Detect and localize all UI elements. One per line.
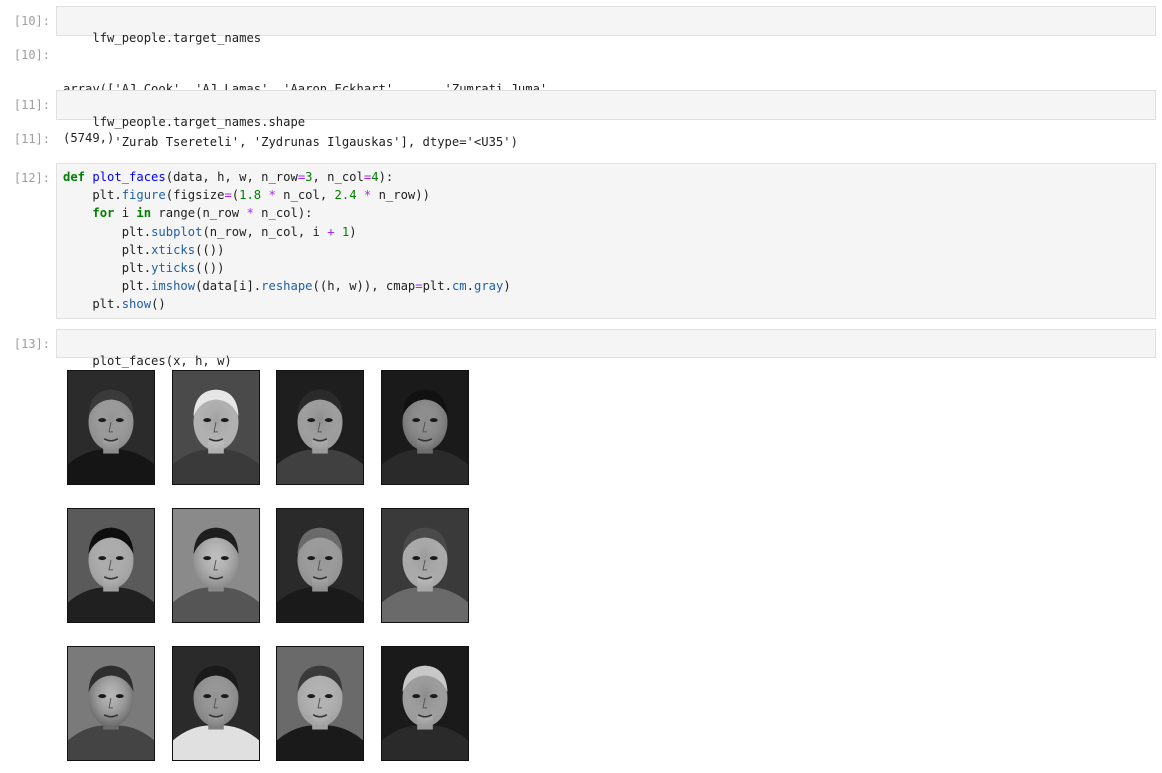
face-image xyxy=(67,646,155,761)
output-prompt: [10]: xyxy=(13,48,50,62)
code-input[interactable]: lfw_people.target_names xyxy=(56,6,1156,45)
face-image xyxy=(381,370,469,485)
code-line: plt.show() xyxy=(63,297,166,312)
code-text: lfw_people.target_names xyxy=(92,31,262,46)
face-image xyxy=(276,646,364,761)
face-image xyxy=(67,370,155,485)
code-cell-13[interactable]: [13]: plot_faces(x, h, w) xyxy=(0,329,1162,368)
face-image xyxy=(67,508,155,623)
input-prompt: [12]: xyxy=(13,171,50,185)
output-text: (5749,) xyxy=(63,131,115,145)
code-input[interactable]: lfw_people.target_names.shape xyxy=(56,90,1156,129)
input-prompt: [10]: xyxy=(13,14,50,28)
code-line: for i in range(n_row * n_col): xyxy=(92,206,313,221)
output-prompt: [11]: xyxy=(13,132,50,146)
face-image xyxy=(381,508,469,623)
code-input[interactable]: plot_faces(x, h, w) xyxy=(56,329,1156,368)
input-prompt: [13]: xyxy=(13,337,50,351)
code-input[interactable]: def plot_faces(data, h, w, n_row=3, n_co… xyxy=(56,163,1156,319)
code-text: lfw_people.target_names.shape xyxy=(92,115,306,130)
code-cell-12[interactable]: [12]: def plot_faces(data, h, w, n_row=3… xyxy=(0,163,1162,319)
code-line: plt.xticks(()) xyxy=(63,242,225,257)
code-cell-10[interactable]: [10]: lfw_people.target_names xyxy=(0,6,1162,45)
face-image xyxy=(276,370,364,485)
code-line: plt.subplot(n_row, n_col, i + 1) xyxy=(63,224,357,239)
face-image xyxy=(172,508,260,623)
face-image xyxy=(172,370,260,485)
code-line: plt.yticks(()) xyxy=(63,260,225,275)
code-line: plt.imshow(data[i].reshape((h, w)), cmap… xyxy=(63,279,511,294)
input-prompt: [11]: xyxy=(13,98,50,112)
code-text: plot_faces(x, h, w) xyxy=(92,354,232,369)
face-image xyxy=(172,646,260,761)
code-cell-11[interactable]: [11]: lfw_people.target_names.shape xyxy=(0,90,1162,129)
code-line: def plot_faces(data, h, w, n_row=3, n_co… xyxy=(63,170,394,184)
code-line: plt.figure(figsize=(1.8 * n_col, 2.4 * n… xyxy=(63,188,430,203)
output-cell-10: [10]: array(['AJ Cook', 'AJ Lamas', 'Aar… xyxy=(0,46,1162,149)
face-image xyxy=(381,646,469,761)
output-cell-11: [11]: (5749,) xyxy=(0,130,1162,150)
face-image xyxy=(276,508,364,623)
